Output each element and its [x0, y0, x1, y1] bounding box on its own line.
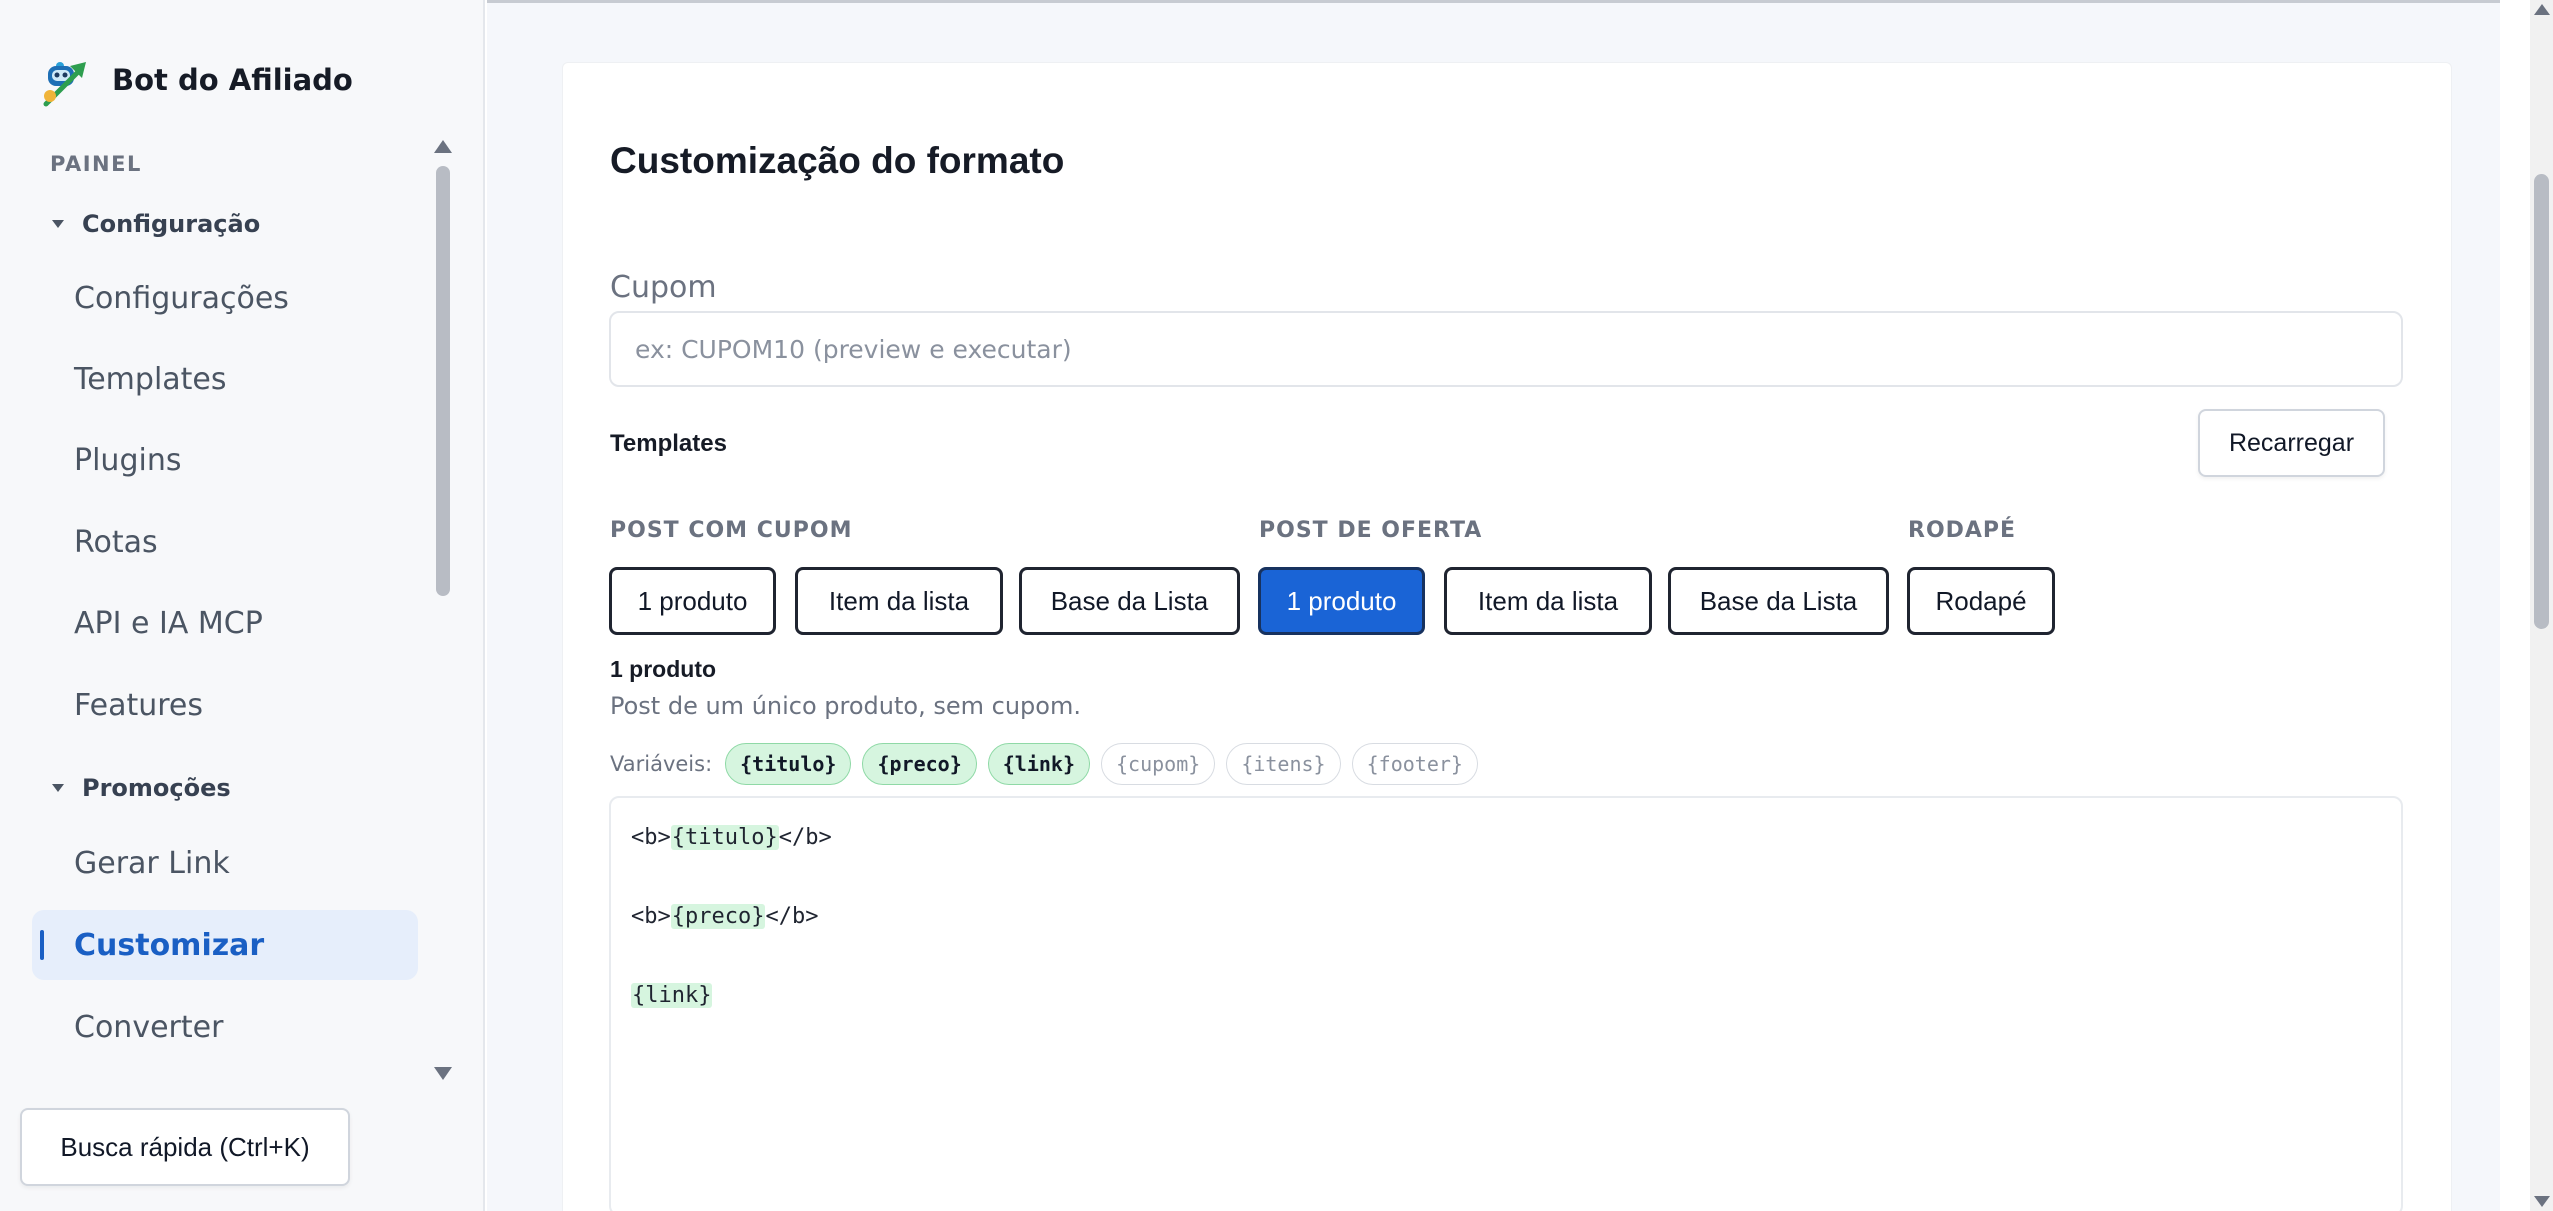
caret-down-icon	[52, 784, 64, 792]
group-label: Configuração	[82, 210, 261, 238]
sidebar-item-label: Converter	[74, 1009, 224, 1045]
variable-chip-cupom[interactable]: {cupom}	[1101, 743, 1216, 785]
sidebar-item-plugins[interactable]: Plugins	[32, 425, 418, 495]
coupon-input[interactable]	[609, 311, 2403, 387]
code-variable: {preco}	[670, 904, 766, 929]
scrollbar-thumb[interactable]	[436, 166, 450, 596]
variable-chip-titulo[interactable]: {titulo}	[725, 743, 852, 785]
section-label-painel: PAINEL	[50, 152, 142, 176]
template-button-cupom-1-produto[interactable]: 1 produto	[609, 567, 776, 635]
template-button-oferta-base-da-lista[interactable]: Base da Lista	[1668, 567, 1889, 635]
code-line: <b>{preco}</b>	[631, 897, 2381, 937]
sidebar-item-label: Customizar	[74, 927, 265, 963]
variable-chip-itens[interactable]: {itens}	[1226, 743, 1341, 785]
variable-chip-footer[interactable]: {footer}	[1351, 743, 1478, 785]
code-text: </b>	[765, 904, 819, 929]
selected-template-description: Post de um único produto, sem cupom.	[610, 692, 1081, 720]
sidebar-item-label: Gerar Link	[74, 845, 230, 881]
scroll-down-arrow-icon[interactable]	[434, 1067, 452, 1080]
sidebar-item-label: Configurações	[74, 280, 289, 316]
group-label-rodape: RODAPÉ	[1908, 518, 2017, 543]
sidebar-item-templates[interactable]: Templates	[32, 344, 418, 414]
robot-rocket-icon	[40, 52, 92, 108]
sidebar-item-label: Rotas	[74, 524, 158, 560]
quick-search-button[interactable]: Busca rápida (Ctrl+K)	[20, 1108, 350, 1186]
code-variable: {titulo}	[670, 825, 779, 850]
sidebar-nav: PAINEL Configuração Configurações Templa…	[0, 140, 440, 1070]
template-button-cupom-base-da-lista[interactable]: Base da Lista	[1019, 567, 1240, 635]
template-button-rodape[interactable]: Rodapé	[1907, 567, 2055, 635]
template-button-cupom-item-da-lista[interactable]: Item da lista	[795, 567, 1003, 635]
sidebar-item-api-ia-mcp[interactable]: API e IA MCP	[32, 588, 418, 658]
reload-button[interactable]: Recarregar	[2198, 409, 2385, 477]
brand[interactable]: Bot do Afiliado	[40, 50, 353, 110]
code-text: </b>	[778, 825, 832, 850]
group-label-post-com-cupom: POST COM CUPOM	[610, 518, 853, 543]
variables-label: Variáveis:	[610, 752, 713, 776]
sidebar-item-rotas[interactable]: Rotas	[32, 507, 418, 577]
templates-section-title: Templates	[610, 430, 727, 457]
sidebar-item-label: Plugins	[74, 442, 182, 478]
sidebar-item-converter[interactable]: Converter	[32, 992, 418, 1062]
sidebar-item-label: API e IA MCP	[74, 605, 263, 641]
scroll-down-arrow-icon[interactable]	[2534, 1196, 2550, 1207]
group-label: Promoções	[82, 774, 231, 802]
sidebar-item-label: Templates	[74, 361, 227, 397]
sidebar-scrollbar[interactable]	[430, 140, 456, 1080]
caret-down-icon	[52, 220, 64, 228]
template-button-oferta-1-produto[interactable]: 1 produto	[1258, 567, 1425, 635]
template-editor[interactable]: <b>{titulo}</b> <b>{preco}</b> {link}	[609, 796, 2403, 1211]
scroll-up-arrow-icon[interactable]	[2534, 4, 2550, 15]
scrollbar-thumb[interactable]	[2534, 174, 2549, 629]
scroll-up-arrow-icon[interactable]	[434, 140, 452, 153]
group-label-post-de-oferta: POST DE OFERTA	[1259, 518, 1483, 543]
group-header-configuracao[interactable]: Configuração	[52, 210, 260, 238]
main-scrollbar[interactable]	[2530, 0, 2553, 1211]
coupon-label: Cupom	[610, 270, 717, 305]
code-text: <b>	[631, 825, 671, 850]
code-line: {link}	[631, 976, 2381, 1016]
sidebar-item-configuracoes[interactable]: Configurações	[32, 263, 418, 333]
selected-template-name: 1 produto	[610, 656, 717, 682]
code-variable: {link}	[631, 983, 713, 1008]
divider	[487, 0, 2500, 3]
variable-chip-preco[interactable]: {preco}	[862, 743, 977, 785]
brand-title: Bot do Afiliado	[112, 63, 353, 97]
sidebar-item-label: Features	[74, 687, 203, 723]
sidebar: Bot do Afiliado PAINEL Configuração Conf…	[0, 0, 485, 1211]
code-text: <b>	[631, 904, 671, 929]
code-line: <b>{titulo}</b>	[631, 818, 2381, 858]
sidebar-item-gerar-link[interactable]: Gerar Link	[32, 828, 418, 898]
template-button-oferta-item-da-lista[interactable]: Item da lista	[1444, 567, 1652, 635]
variable-chip-link[interactable]: {link}	[987, 743, 1091, 785]
variables-row: Variáveis: {titulo} {preco} {link} {cupo…	[610, 743, 1478, 785]
page-title: Customização do formato	[610, 140, 1065, 181]
sidebar-item-features[interactable]: Features	[32, 670, 418, 740]
group-header-promocoes[interactable]: Promoções	[52, 774, 231, 802]
sidebar-item-customizar[interactable]: Customizar	[32, 910, 418, 980]
